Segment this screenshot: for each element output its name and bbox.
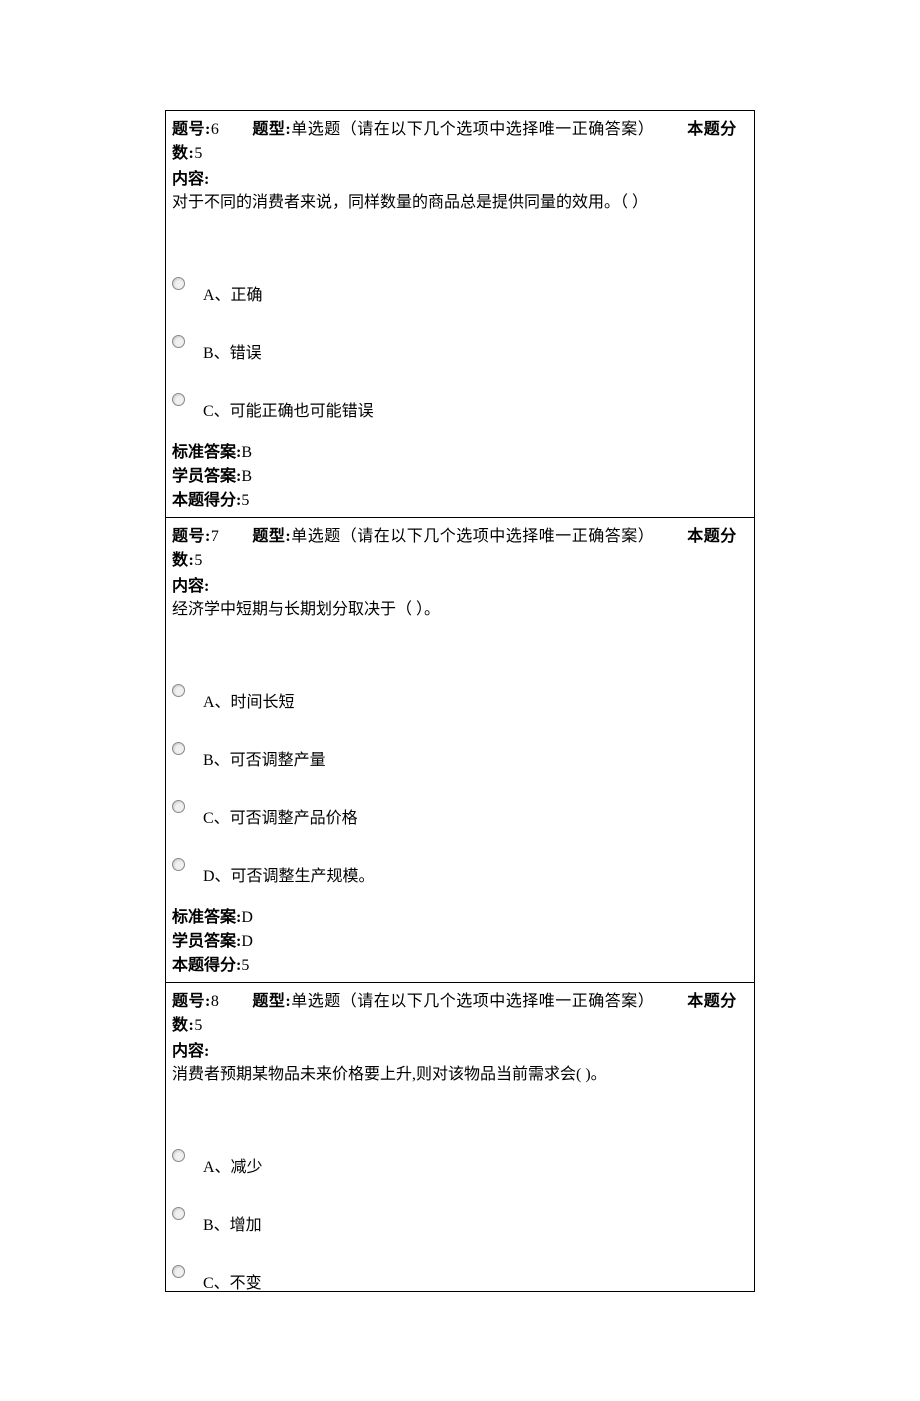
option-item: D、可否调整生产规模。 [172, 856, 748, 886]
option-text: A、正确 [203, 281, 263, 305]
full-score: 5 [194, 552, 203, 569]
question-no: 6 [211, 121, 220, 138]
option-item: C、可否调整产品价格 [172, 798, 748, 828]
std-answer: D [241, 909, 253, 926]
radio-icon[interactable] [172, 1207, 185, 1220]
radio-icon[interactable] [172, 800, 185, 813]
user-answer-label: 学员答案: [172, 468, 241, 485]
option-text: C、可否调整产品价格 [203, 804, 358, 828]
question-no-label: 题号: [172, 993, 211, 1010]
question-type-label: 题型: [252, 528, 291, 545]
std-answer-label: 标准答案: [172, 909, 241, 926]
question-no: 8 [211, 993, 220, 1010]
user-answer: D [241, 933, 253, 950]
question-type: 单选题（请在以下几个选项中选择唯一正确答案） [291, 528, 654, 545]
got-score: 5 [241, 957, 249, 974]
question-header: 题号:6 题型:单选题（请在以下几个选项中选择唯一正确答案） 本题分数:5 [172, 115, 748, 163]
option-item: B、增加 [172, 1205, 748, 1235]
radio-icon[interactable] [172, 335, 185, 348]
question-header: 题号:7 题型:单选题（请在以下几个选项中选择唯一正确答案） 本题分数:5 [172, 522, 748, 570]
question-no-label: 题号: [172, 528, 211, 545]
question-block: 题号:8 题型:单选题（请在以下几个选项中选择唯一正确答案） 本题分数:5 内容… [165, 982, 755, 1292]
radio-icon[interactable] [172, 858, 185, 871]
std-answer-label: 标准答案: [172, 444, 241, 461]
question-no-label: 题号: [172, 121, 211, 138]
option-item: A、时间长短 [172, 682, 748, 712]
question-no: 7 [211, 528, 220, 545]
std-answer: B [241, 444, 252, 461]
option-text: B、增加 [203, 1211, 262, 1235]
got-score-label: 本题得分: [172, 957, 241, 974]
option-text: A、时间长短 [203, 688, 295, 712]
question-type: 单选题（请在以下几个选项中选择唯一正确答案） [291, 121, 654, 138]
options-list: A、正确 B、错误 C、可能正确也可能错误 [172, 275, 748, 421]
question-type: 单选题（请在以下几个选项中选择唯一正确答案） [291, 993, 654, 1010]
radio-icon[interactable] [172, 393, 185, 406]
question-type-label: 题型: [252, 993, 291, 1010]
option-item: B、错误 [172, 333, 748, 363]
option-text: D、可否调整生产规模。 [203, 862, 375, 886]
question-block: 题号:7 题型:单选题（请在以下几个选项中选择唯一正确答案） 本题分数:5 内容… [165, 517, 755, 983]
question-block: 题号:6 题型:单选题（请在以下几个选项中选择唯一正确答案） 本题分数:5 内容… [165, 110, 755, 518]
radio-icon[interactable] [172, 1265, 185, 1278]
option-item: A、减少 [172, 1147, 748, 1177]
question-text: 经济学中短期与长期划分取决于（ ）。 [172, 598, 748, 622]
got-score-label: 本题得分: [172, 492, 241, 509]
options-list: A、减少 B、增加 C、不变 [172, 1147, 748, 1293]
option-text: C、可能正确也可能错误 [203, 397, 374, 421]
content-label: 内容: [172, 165, 748, 189]
option-text: B、错误 [203, 339, 262, 363]
full-score: 5 [194, 145, 203, 162]
full-score: 5 [194, 1017, 203, 1034]
option-item: B、可否调整产量 [172, 740, 748, 770]
radio-icon[interactable] [172, 684, 185, 697]
content-label: 内容: [172, 572, 748, 596]
got-score: 5 [241, 492, 249, 509]
options-list: A、时间长短 B、可否调整产量 C、可否调整产品价格 D、可否调整生产规模。 [172, 682, 748, 886]
answer-block: 标准答案:B 学员答案:B 本题得分:5 [172, 441, 748, 513]
user-answer-label: 学员答案: [172, 933, 241, 950]
option-item: A、正确 [172, 275, 748, 305]
question-text: 对于不同的消费者来说，同样数量的商品总是提供同量的效用。（ ） [172, 191, 748, 215]
radio-icon[interactable] [172, 1149, 185, 1162]
question-type-label: 题型: [252, 121, 291, 138]
radio-icon[interactable] [172, 277, 185, 290]
option-item: C、可能正确也可能错误 [172, 391, 748, 421]
option-text: C、不变 [203, 1269, 262, 1293]
option-text: B、可否调整产量 [203, 746, 326, 770]
option-item: C、不变 [172, 1263, 748, 1293]
radio-icon[interactable] [172, 742, 185, 755]
question-text: 消费者预期某物品未来价格要上升,则对该物品当前需求会( )。 [172, 1063, 748, 1087]
option-text: A、减少 [203, 1153, 263, 1177]
content-label: 内容: [172, 1037, 748, 1061]
question-header: 题号:8 题型:单选题（请在以下几个选项中选择唯一正确答案） 本题分数:5 [172, 987, 748, 1035]
user-answer: B [241, 468, 252, 485]
answer-block: 标准答案:D 学员答案:D 本题得分:5 [172, 906, 748, 978]
